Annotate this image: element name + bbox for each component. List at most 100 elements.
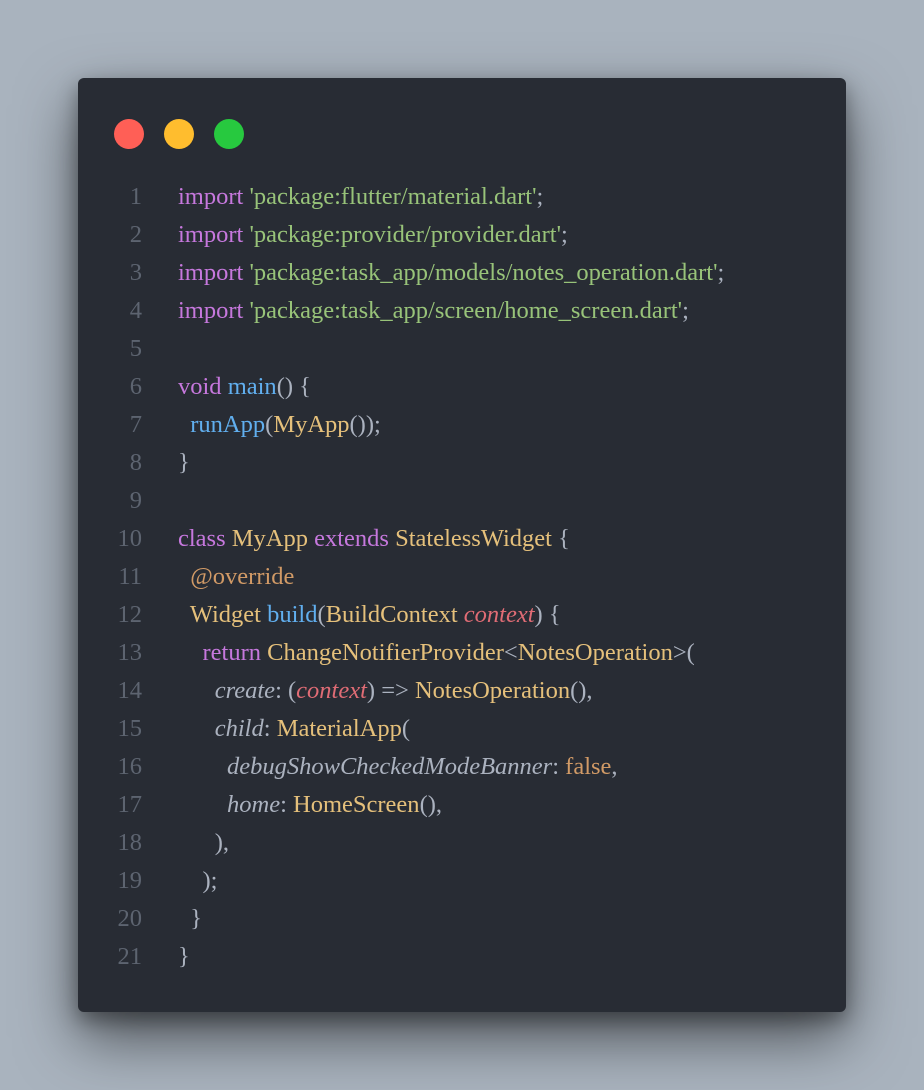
code-text: class MyApp extends StatelessWidget { bbox=[178, 520, 570, 558]
code-text: ); bbox=[178, 862, 218, 900]
code-line: 16 debugShowCheckedModeBanner: false, bbox=[78, 748, 846, 786]
line-number: 3 bbox=[129, 259, 142, 286]
code-token: runApp bbox=[190, 411, 266, 438]
code-token: import bbox=[178, 259, 244, 286]
maximize-window-button[interactable] bbox=[214, 119, 244, 149]
line-number: 21 bbox=[117, 943, 143, 970]
code-token: , bbox=[611, 753, 618, 780]
code-line: 12 Widget build(BuildContext context) { bbox=[78, 596, 846, 634]
code-token: import bbox=[178, 297, 244, 324]
line-number: 19 bbox=[117, 867, 143, 894]
code-token: false bbox=[565, 753, 612, 780]
code-line: 3 import 'package:task_app/models/notes_o… bbox=[78, 254, 846, 292]
code-token: debugShowCheckedModeBanner bbox=[227, 753, 553, 780]
line-number: 1 bbox=[129, 183, 142, 210]
code-token: MyApp bbox=[231, 525, 308, 552]
code-text: } bbox=[178, 444, 190, 482]
code-text: ), bbox=[178, 824, 229, 862]
code-token: (), bbox=[570, 677, 593, 704]
code-line: 6 void main() { bbox=[78, 368, 846, 406]
code-token: home bbox=[227, 791, 281, 818]
code-token: create bbox=[214, 677, 276, 704]
code-text: import 'package:task_app/models/notes_op… bbox=[178, 254, 724, 292]
code-token: ; bbox=[682, 297, 689, 324]
code-token: 'package:flutter/material.dart' bbox=[249, 183, 537, 210]
code-text: @override bbox=[178, 558, 294, 596]
code-token: NotesOperation bbox=[517, 639, 673, 666]
code-token: { bbox=[551, 525, 570, 552]
code-token: main bbox=[227, 373, 277, 400]
code-token: ) { bbox=[534, 601, 561, 628]
line-number: 18 bbox=[117, 829, 143, 856]
code-token: ( bbox=[401, 715, 411, 742]
code-token: Widget bbox=[189, 601, 261, 628]
code-token: ; bbox=[717, 259, 725, 286]
code-line: 13 return ChangeNotifierProvider<NotesOp… bbox=[78, 634, 846, 672]
code-token: ) => bbox=[366, 677, 415, 704]
close-window-button[interactable] bbox=[114, 119, 144, 149]
code-line: 7 runApp(MyApp()); bbox=[78, 406, 846, 444]
line-number: 2 bbox=[129, 221, 142, 248]
code-token: MyApp bbox=[273, 411, 350, 438]
code-token: build bbox=[267, 601, 318, 628]
code-token: BuildContext bbox=[325, 601, 458, 628]
code-token: StatelessWidget bbox=[395, 525, 552, 552]
line-number: 8 bbox=[129, 449, 142, 476]
code-token: (), bbox=[419, 791, 443, 818]
line-number: 5 bbox=[129, 335, 142, 362]
line-number: 15 bbox=[117, 715, 143, 742]
code-text: runApp(MyApp()); bbox=[178, 406, 381, 444]
code-text: import 'package:flutter/material.dart'; bbox=[178, 178, 543, 216]
code-line: 17 home: HomeScreen(), bbox=[78, 786, 846, 824]
code-token: ; bbox=[561, 221, 568, 248]
code-token: return bbox=[202, 639, 262, 666]
code-text: home: HomeScreen(), bbox=[178, 786, 442, 824]
code-text: } bbox=[178, 900, 202, 938]
code-token: import bbox=[178, 221, 244, 248]
line-number: 20 bbox=[117, 905, 143, 932]
code-window: 1 import 'package:flutter/material.dart';… bbox=[78, 78, 846, 1012]
code-token: : bbox=[263, 715, 277, 742]
code-token: < bbox=[503, 639, 518, 666]
line-number: 10 bbox=[117, 525, 143, 552]
code-token: MaterialApp bbox=[276, 715, 402, 742]
code-token: void bbox=[178, 373, 222, 400]
minimize-window-button[interactable] bbox=[164, 119, 194, 149]
code-token: @override bbox=[190, 563, 295, 590]
code-token: >( bbox=[672, 639, 695, 666]
code-token: : ( bbox=[275, 677, 297, 704]
code-line: 18 ), bbox=[78, 824, 846, 862]
line-number: 4 bbox=[129, 297, 142, 324]
code-token: : bbox=[280, 791, 294, 818]
code-text: import 'package:task_app/screen/home_scr… bbox=[178, 292, 689, 330]
code-token: extends bbox=[314, 525, 389, 552]
code-token: () { bbox=[276, 373, 311, 400]
line-number: 16 bbox=[117, 753, 143, 780]
code-text: } bbox=[178, 938, 190, 976]
line-number: 13 bbox=[117, 639, 143, 666]
code-token: context bbox=[296, 677, 367, 704]
code-text: child: MaterialApp( bbox=[178, 710, 410, 748]
code-line: 1 import 'package:flutter/material.dart'; bbox=[78, 178, 846, 216]
code-token: ( bbox=[317, 601, 326, 628]
code-token: } bbox=[178, 449, 190, 476]
code-text: void main() { bbox=[178, 368, 311, 406]
code-line: 20 } bbox=[78, 900, 846, 938]
code-line: 14 create: (context) => NotesOperation()… bbox=[78, 672, 846, 710]
code-token: child bbox=[214, 715, 264, 742]
code-token: } bbox=[178, 943, 190, 970]
line-number: 9 bbox=[129, 487, 142, 514]
code-token: context bbox=[463, 601, 535, 628]
code-token: ()); bbox=[349, 411, 381, 438]
line-number: 11 bbox=[118, 563, 142, 590]
code-line: 19 ); bbox=[78, 862, 846, 900]
code-token: class bbox=[178, 525, 226, 552]
code-token: HomeScreen bbox=[293, 791, 420, 818]
line-number: 17 bbox=[117, 791, 143, 818]
